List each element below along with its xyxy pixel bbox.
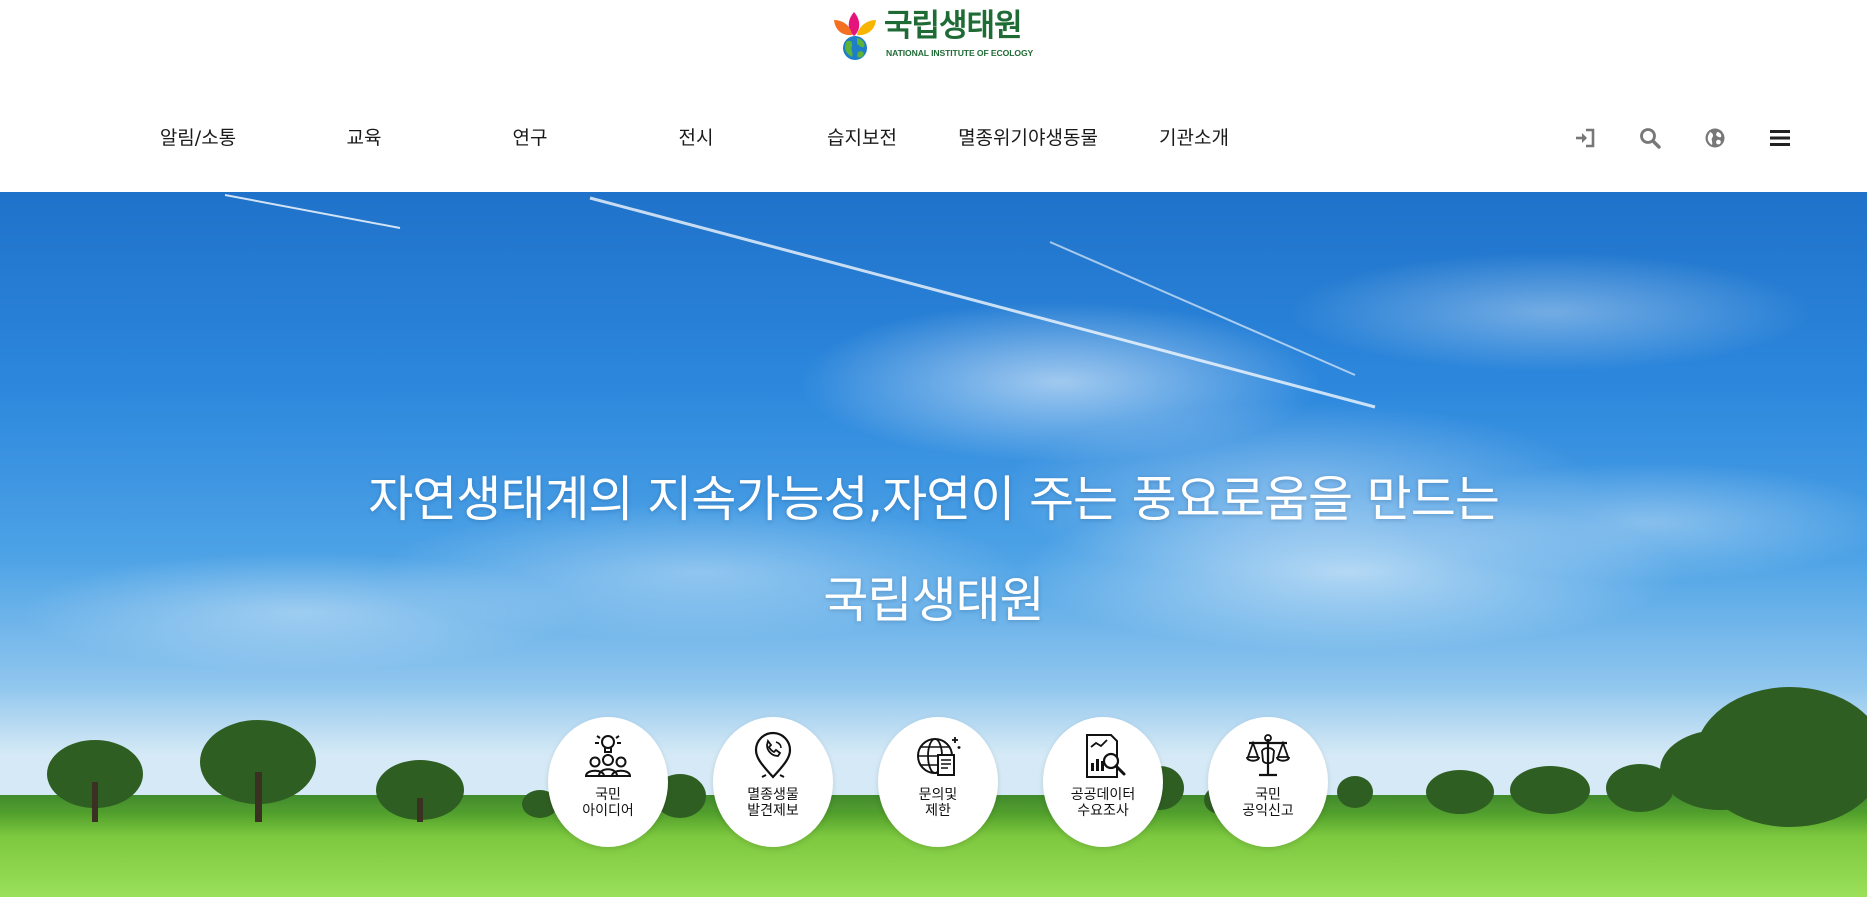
menu-icon bbox=[1769, 130, 1790, 146]
quick-link-species-report[interactable]: 멸종생물 발견제보 bbox=[713, 717, 833, 847]
quick-link-label: 국민 공익신고 bbox=[1242, 787, 1294, 819]
hero-title: 국립생태원 bbox=[823, 572, 1044, 629]
quick-link-inquiry[interactable]: 문의및 제한 bbox=[878, 717, 998, 847]
globe-icon bbox=[1705, 128, 1724, 148]
login-icon bbox=[1575, 128, 1594, 148]
quick-link-citizen-idea[interactable]: 국민 아이디어 bbox=[548, 717, 668, 847]
quick-menu: 국민 아이디어 멸종생물 발견제보 문의및 제한 공공데이터 수요조사 국민 공… bbox=[548, 717, 1328, 847]
nav-item-exhibition[interactable]: 전시 bbox=[613, 118, 779, 158]
utility-menu bbox=[1552, 118, 1812, 158]
nav-item-about[interactable]: 기관소개 bbox=[1111, 118, 1277, 158]
quick-link-label: 문의및 제한 bbox=[918, 787, 958, 819]
quick-link-label: 공공데이터 수요조사 bbox=[1070, 787, 1136, 819]
logo-title: 국립생태원 bbox=[884, 8, 1023, 44]
hero-banner: 자연생태계의 지속가능성,자연이 주는 풍요로움을 만드는 국립생태원 국민 아… bbox=[0, 192, 1867, 897]
nav-item-notice[interactable]: 알림/소통 bbox=[115, 118, 281, 158]
quick-link-public-data-survey[interactable]: 공공데이터 수요조사 bbox=[1043, 717, 1163, 847]
people-idea-icon bbox=[584, 735, 632, 777]
quick-link-whistleblowing[interactable]: 국민 공익신고 bbox=[1208, 717, 1328, 847]
login-button[interactable] bbox=[1552, 118, 1617, 158]
logo-mark-icon bbox=[834, 12, 876, 60]
main-navigation: 알림/소통 교육 연구 전시 습지보전 멸종위기야생동물 기관소개 bbox=[115, 118, 1277, 158]
language-button[interactable] bbox=[1682, 118, 1747, 158]
nav-item-research[interactable]: 연구 bbox=[447, 118, 613, 158]
all-menu-button[interactable] bbox=[1747, 118, 1812, 158]
hero-slogan: 자연생태계의 지속가능성,자연이 주는 풍요로움을 만드는 bbox=[368, 471, 1500, 528]
site-logo[interactable]: 국립생태원 NATIONAL INSTITUTE OF ECOLOGY bbox=[828, 6, 1034, 62]
logo-subtitle: NATIONAL INSTITUTE OF ECOLOGY bbox=[886, 48, 1034, 58]
quick-link-label: 국민 아이디어 bbox=[582, 787, 634, 819]
data-search-icon bbox=[1086, 734, 1126, 778]
globe-document-icon bbox=[917, 737, 961, 776]
location-phone-icon bbox=[754, 731, 792, 779]
site-header: 국립생태원 NATIONAL INSTITUTE OF ECOLOGY 알림/소… bbox=[0, 0, 1867, 192]
search-icon bbox=[1639, 128, 1661, 149]
justice-scale-icon bbox=[1246, 734, 1290, 777]
search-button[interactable] bbox=[1617, 118, 1682, 158]
nav-item-endangered-species[interactable]: 멸종위기야생동물 bbox=[945, 118, 1111, 158]
quick-link-label: 멸종생물 발견제보 bbox=[747, 787, 799, 819]
nav-item-education[interactable]: 교육 bbox=[281, 118, 447, 158]
nav-item-wetland[interactable]: 습지보전 bbox=[779, 118, 945, 158]
